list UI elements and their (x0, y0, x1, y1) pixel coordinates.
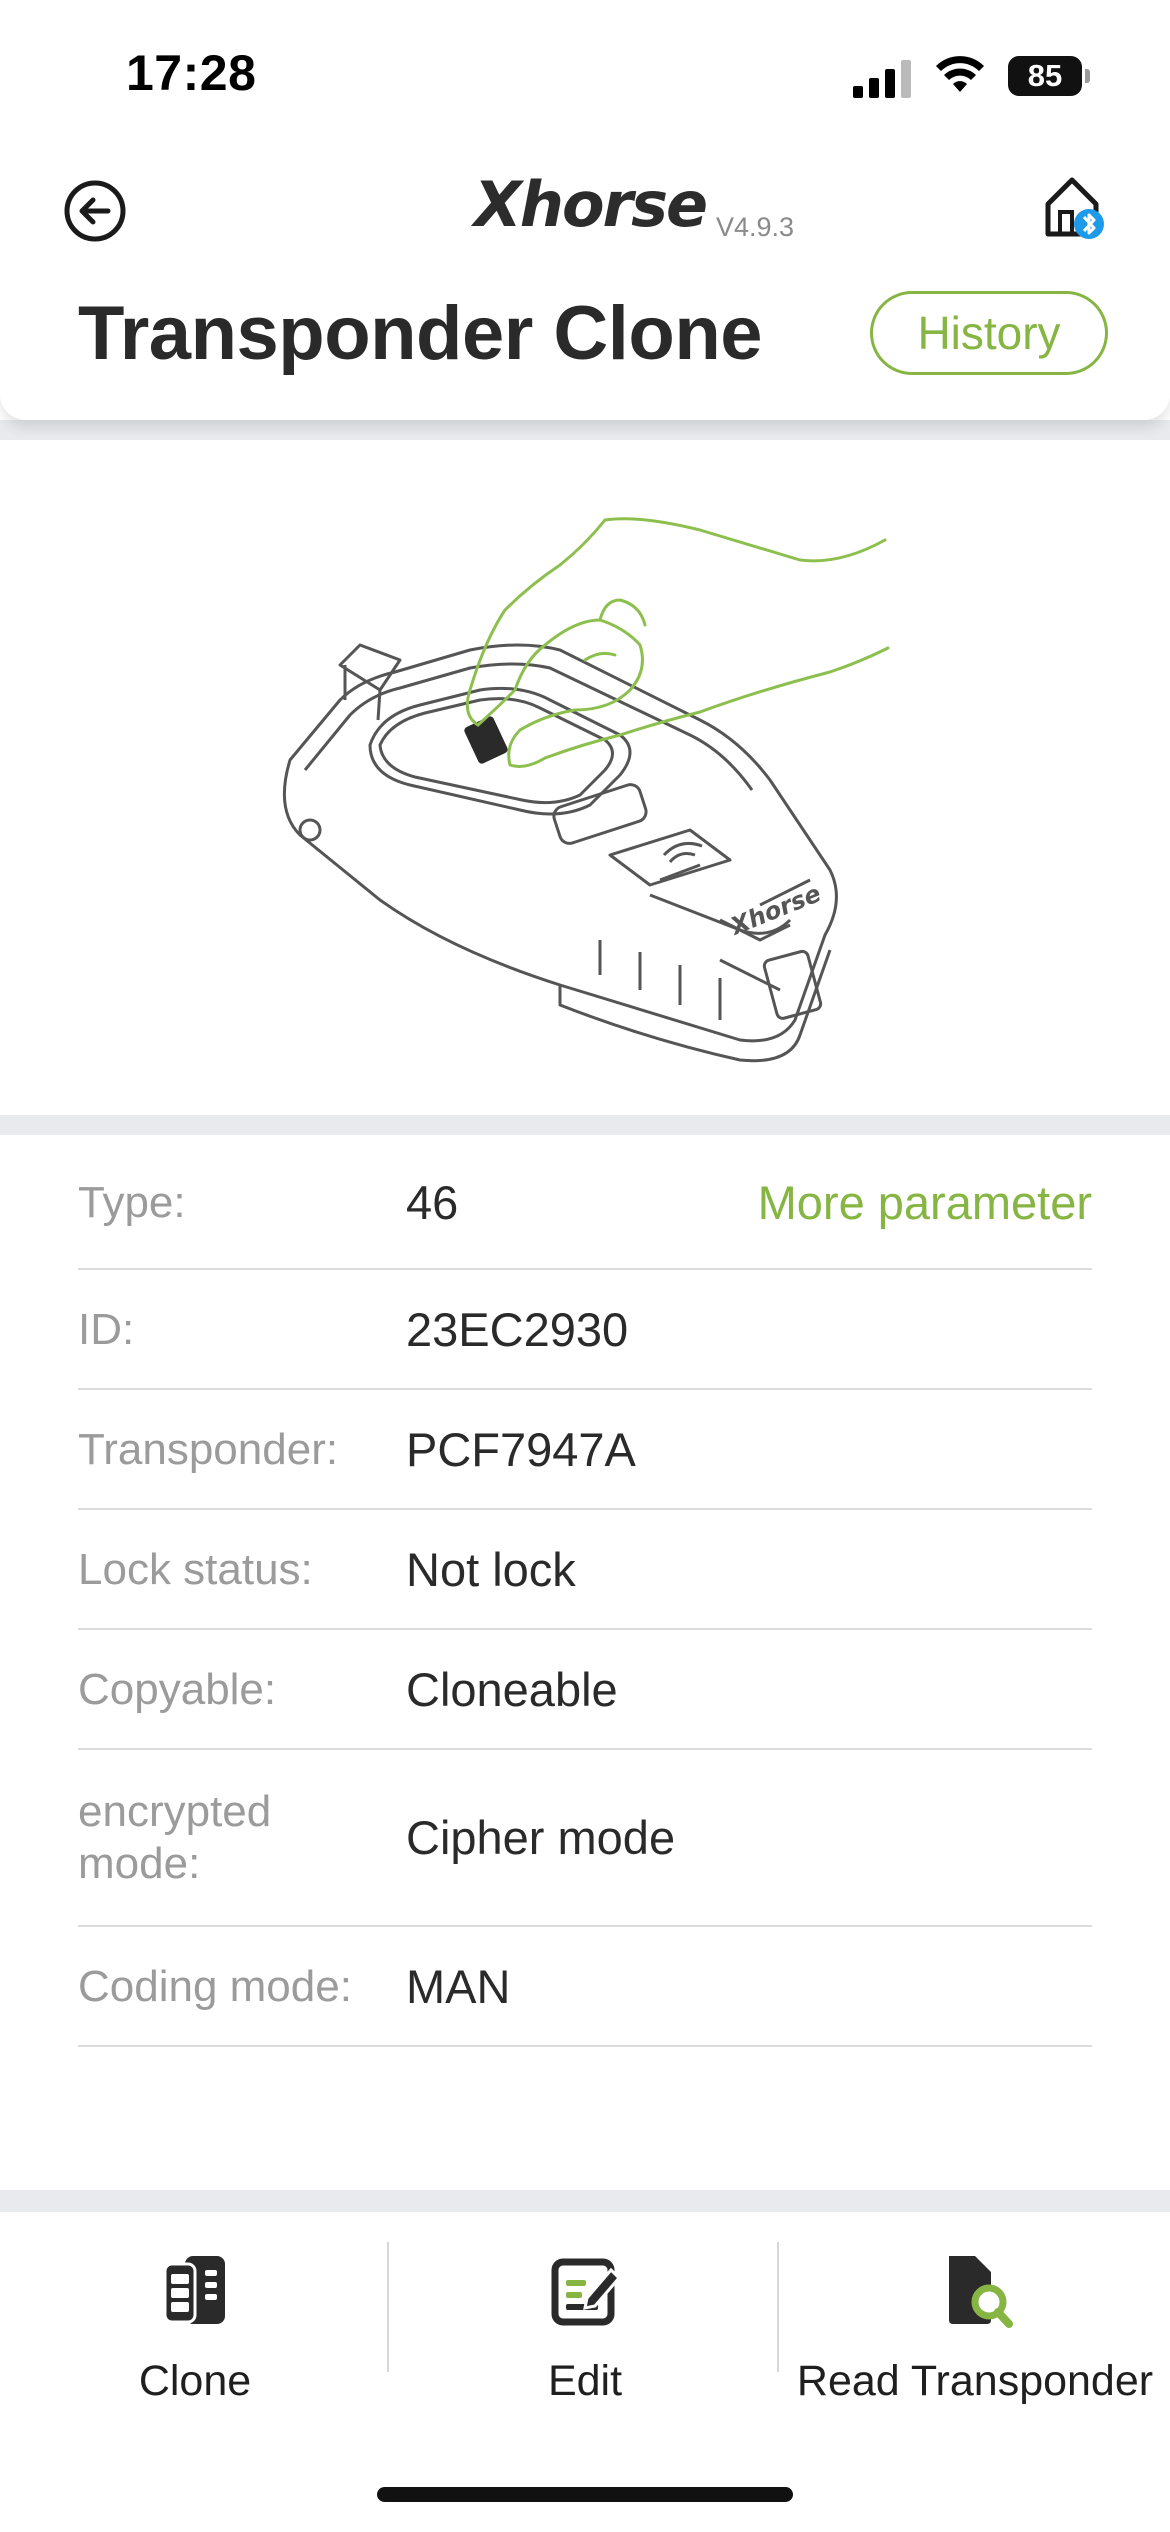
device-illustration: Xhorse (0, 440, 1170, 1115)
home-indicator[interactable] (377, 2487, 793, 2502)
type-label: Type: (78, 1178, 186, 1227)
info-row-encrypted-mode: encrypted mode: Cipher mode (78, 1750, 1092, 1927)
read-transponder-icon (949, 2256, 1013, 2328)
cellular-signal-icon (853, 60, 911, 98)
info-row-coding-mode: Coding mode: MAN (78, 1927, 1092, 2047)
coding-mode-label: Coding mode: (78, 1962, 352, 2011)
type-value: 46 (406, 1176, 459, 1229)
copyable-label: Copyable: (78, 1665, 277, 1714)
coding-mode-value: MAN (406, 1960, 511, 2013)
lock-status-label: Lock status: (78, 1545, 313, 1594)
divider (0, 2190, 1170, 2212)
key-fob-icon (163, 2256, 225, 2324)
read-transponder-label: Read Transponder (796, 2357, 1154, 2405)
edit-icon (551, 2258, 622, 2326)
copyable-value: Cloneable (406, 1663, 618, 1716)
id-label: ID: (78, 1305, 135, 1354)
battery-indicator: 85 (1008, 56, 1090, 96)
info-row-type: Type: 46 More parameter (78, 1135, 1092, 1270)
wifi-icon (936, 56, 984, 92)
read-transponder-button[interactable]: Read Transponder (780, 2212, 1170, 2412)
app-version: V4.9.3 (716, 212, 795, 242)
page-title: Transponder Clone (78, 291, 763, 376)
id-value: 23EC2930 (406, 1303, 629, 1356)
divider (0, 420, 1170, 440)
bottom-toolbar: Clone Edit Read Transponder (0, 2212, 1170, 2532)
toolbar-separator (777, 2242, 779, 2372)
divider (0, 1115, 1170, 1135)
back-arrow-icon[interactable] (62, 178, 128, 244)
info-row-copyable: Copyable: Cloneable (78, 1630, 1092, 1750)
status-time: 17:28 (126, 45, 257, 101)
status-bar: 17:28 85 (0, 0, 1170, 150)
history-button[interactable]: History (870, 291, 1108, 375)
more-parameter-link[interactable]: More parameter (758, 1175, 1092, 1230)
edit-label: Edit (547, 2357, 623, 2405)
brand-logo: Xhorse (474, 168, 708, 241)
battery-level: 85 (1027, 58, 1063, 93)
clone-button[interactable]: Clone (0, 2212, 390, 2412)
info-row-transponder: Transponder: PCF7947A (78, 1390, 1092, 1510)
edit-button[interactable]: Edit (390, 2212, 780, 2412)
info-row-lock-status: Lock status: Not lock (78, 1510, 1092, 1630)
toolbar-separator (387, 2242, 389, 2372)
clone-label: Clone (138, 2357, 252, 2405)
home-bluetooth-icon[interactable] (1042, 172, 1108, 242)
key-tool-illustration: Xhorse (282, 517, 890, 1063)
transponder-label: Transponder: (78, 1425, 339, 1474)
transponder-value: PCF7947A (406, 1423, 636, 1476)
lock-status-value: Not lock (406, 1543, 576, 1596)
info-row-id: ID: 23EC2930 (78, 1270, 1092, 1390)
encrypted-mode-label: encrypted mode: (78, 1787, 272, 1888)
encrypted-mode-value: Cipher mode (406, 1811, 676, 1864)
